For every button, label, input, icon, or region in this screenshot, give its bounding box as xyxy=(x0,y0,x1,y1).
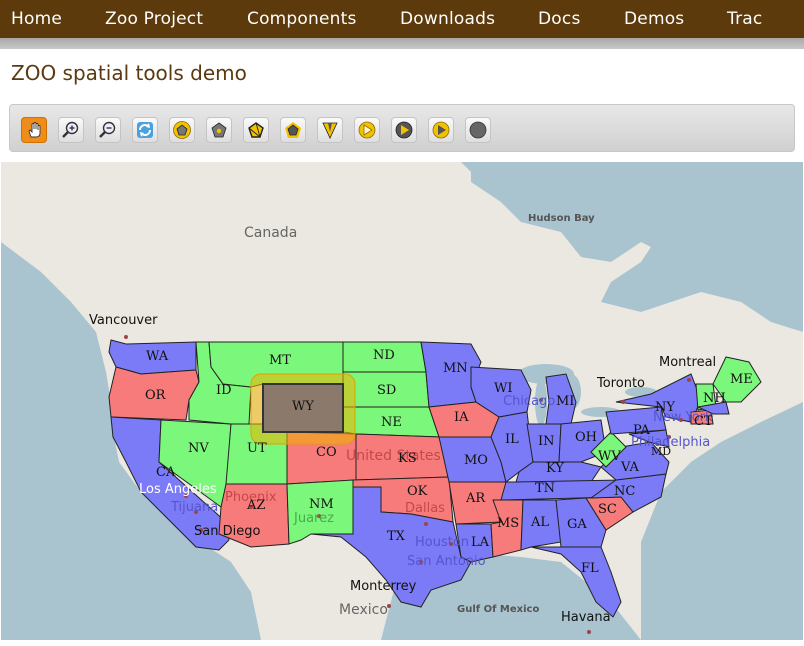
label-monterrey: Monterrey xyxy=(350,579,417,594)
label-state-oh: OH xyxy=(575,430,597,445)
label-state-nh: NH xyxy=(703,391,726,406)
label-state-co: CO xyxy=(316,445,337,460)
nav-zoo-project[interactable]: Zoo Project xyxy=(105,0,203,38)
pan-hand-icon[interactable] xyxy=(21,117,47,143)
centroid-polygon-icon[interactable] xyxy=(206,117,232,143)
label-vancouver: Vancouver xyxy=(89,313,158,328)
basemap: Canada Hudson Bay Mexico Gulf Of Mexico … xyxy=(1,162,803,640)
boundary-polygon-icon[interactable] xyxy=(243,117,269,143)
convex-hull-icon[interactable] xyxy=(280,117,306,143)
label-state-ne: NE xyxy=(381,415,402,430)
nav-demos[interactable]: Demos xyxy=(624,0,684,38)
label-toronto: Toronto xyxy=(596,376,645,391)
label-state-md: MD xyxy=(651,445,671,458)
zoom-out-icon[interactable] xyxy=(95,117,121,143)
label-state-al: AL xyxy=(530,515,549,530)
simplify-icon[interactable] xyxy=(317,117,343,143)
page-title: ZOO spatial tools demo xyxy=(11,61,247,85)
zoom-in-icon[interactable] xyxy=(58,117,84,143)
label-state-or: OR xyxy=(145,388,167,403)
label-state-ny: NY xyxy=(655,400,675,415)
label-state-ct: CT xyxy=(694,414,713,429)
label-state-pa: PA xyxy=(633,423,651,438)
label-state-ar: AR xyxy=(465,491,486,506)
label-state-ok: OK xyxy=(407,484,428,499)
label-state-ut: UT xyxy=(247,441,267,456)
label-state-fl: FL xyxy=(581,561,599,576)
label-gulf-of-mexico: Gulf Of Mexico xyxy=(457,604,539,615)
buffer-polygon-icon[interactable] xyxy=(169,117,195,143)
top-navigation-bar: Home Zoo Project Components Downloads Do… xyxy=(0,0,804,38)
union-icon[interactable] xyxy=(354,117,380,143)
label-hudson-bay: Hudson Bay xyxy=(528,213,595,224)
nav-docs[interactable]: Docs xyxy=(538,0,581,38)
label-state-nc: NC xyxy=(614,484,635,499)
label-state-nm: NM xyxy=(309,497,334,512)
sym-difference-icon[interactable] xyxy=(465,117,491,143)
nav-trac[interactable]: Trac xyxy=(727,0,762,38)
label-state-id: ID xyxy=(216,383,232,398)
label-state-in: IN xyxy=(538,434,555,449)
map-toolbar xyxy=(9,104,795,152)
label-los-angeles: Los Angeles xyxy=(139,482,217,497)
label-montreal: Montreal xyxy=(659,355,716,370)
label-state-wv: WV xyxy=(598,449,621,464)
label-dallas: Dallas xyxy=(405,501,445,516)
label-state-ia: IA xyxy=(454,410,469,425)
label-san-diego: San Diego xyxy=(194,524,260,539)
nav-home[interactable]: Home xyxy=(11,0,62,38)
intersection-icon[interactable] xyxy=(391,117,417,143)
label-state-ms: MS xyxy=(497,516,519,531)
label-san-antonio: San Antonio xyxy=(407,554,486,569)
label-state-nv: NV xyxy=(188,441,209,456)
label-state-wy: WY xyxy=(292,399,314,414)
label-canada: Canada xyxy=(244,225,297,241)
nav-downloads[interactable]: Downloads xyxy=(400,0,495,38)
label-state-tx: TX xyxy=(387,529,406,544)
label-state-wa: WA xyxy=(146,349,169,364)
refresh-icon[interactable] xyxy=(132,117,158,143)
label-state-sc: SC xyxy=(598,502,617,517)
label-mexico: Mexico xyxy=(339,602,388,618)
label-state-ca: CA xyxy=(156,465,176,480)
label-state-ga: GA xyxy=(567,517,587,532)
label-havana: Havana xyxy=(561,610,611,625)
label-state-il: IL xyxy=(505,432,519,447)
label-state-mo: MO xyxy=(464,453,488,468)
label-state-va: VA xyxy=(620,460,640,475)
label-state-la: LA xyxy=(471,535,490,550)
label-state-az: AZ xyxy=(246,498,265,513)
label-state-me: ME xyxy=(730,372,753,387)
label-juarez: Juarez xyxy=(293,511,334,526)
label-united-states: United States xyxy=(346,448,441,464)
label-state-tn: TN xyxy=(535,481,555,496)
difference-icon[interactable] xyxy=(428,117,454,143)
label-state-nd: ND xyxy=(373,348,395,363)
label-state-wi: WI xyxy=(494,381,513,396)
label-state-sd: SD xyxy=(377,383,396,398)
label-state-mi: MI xyxy=(556,394,574,409)
nav-shadow-divider xyxy=(0,38,804,49)
label-state-ky: KY xyxy=(546,461,564,476)
label-houston: Houston xyxy=(415,535,469,550)
label-state-ks: KS xyxy=(398,451,417,466)
label-state-mt: MT xyxy=(269,353,291,368)
label-tijuana: Tijuana xyxy=(170,500,218,515)
label-chicago: Chicago xyxy=(503,394,555,409)
nav-components[interactable]: Components xyxy=(247,0,357,38)
map-viewport[interactable]: Canada Hudson Bay Mexico Gulf Of Mexico … xyxy=(1,162,803,640)
label-state-mn: MN xyxy=(443,361,468,376)
